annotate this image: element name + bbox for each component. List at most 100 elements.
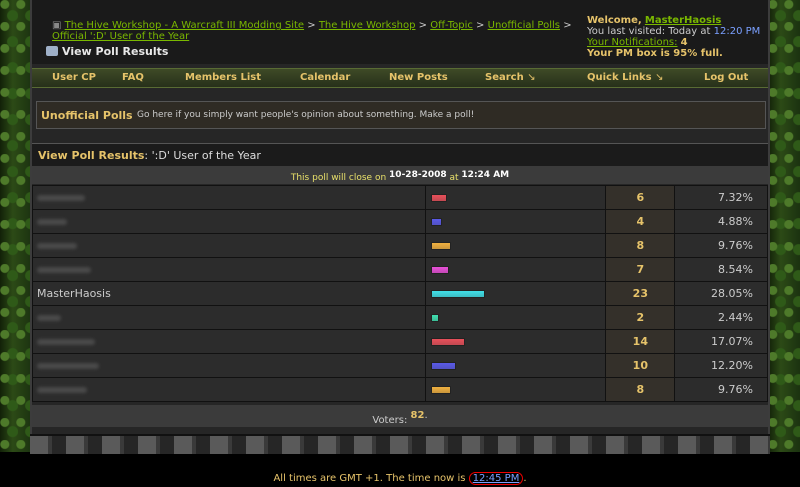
nav-search[interactable]: Search ↘ (485, 72, 536, 83)
welcome-panel: Welcome, MasterHaosis You last visited: … (587, 15, 761, 59)
poll-option-name (31, 329, 427, 354)
poll-vote-count: 14 (605, 329, 676, 354)
poll-vote-percent: 4.88% (674, 209, 768, 234)
breadcrumb-link-polls[interactable]: Unofficial Polls (488, 20, 560, 31)
poll-option-name (31, 353, 427, 378)
footer: All times are GMT +1. The time now is 12… (273, 472, 527, 485)
page-title: View Poll Results (46, 45, 168, 58)
poll-vote-count: 8 (605, 233, 676, 258)
poll-bar (431, 265, 450, 274)
poll-bar (431, 289, 486, 298)
poll-vote-percent: 9.76% (674, 233, 768, 258)
poll-results: View Poll Results: ':D' User of the Year… (31, 143, 768, 428)
left-vine-border (0, 0, 32, 452)
page-header: ▣ The Hive Workshop - A Warcraft III Mod… (32, 0, 768, 64)
forum-description: Go here if you simply want people's opin… (137, 110, 475, 120)
forum-name[interactable]: Unofficial Polls (41, 109, 133, 122)
right-vine-border (768, 0, 800, 452)
forum-info-box: Unofficial Polls Go here if you simply w… (36, 101, 766, 129)
nav-user-cp[interactable]: User CP (52, 72, 96, 83)
poll-close-notice: This poll will close on 10-28-2008 at 12… (32, 166, 768, 184)
poll-vote-percent: 12.20% (674, 353, 768, 378)
poll-bar-cell (425, 281, 607, 306)
poll-option-name (31, 377, 427, 402)
poll-row: MasterHaosis 23 28.05% (31, 281, 768, 306)
last-visit-time: 12:20 PM (713, 26, 761, 37)
search-caret-icon: ↘ (527, 72, 536, 83)
nav-log-out[interactable]: Log Out (704, 72, 748, 83)
poll-bar-cell (425, 209, 607, 234)
poll-bar (431, 313, 440, 322)
pm-box-status: Your PM box is 95% full. (587, 48, 723, 59)
blurred-name (37, 219, 67, 225)
poll-bar (431, 193, 448, 202)
poll-option-name (31, 209, 427, 234)
poll-option-name (31, 305, 427, 330)
page-frame: ▣ The Hive Workshop - A Warcraft III Mod… (30, 0, 770, 452)
poll-row: 14 17.07% (31, 329, 768, 354)
poll-option-name (31, 233, 427, 258)
poll-bar (431, 361, 457, 370)
poll-row: 8 9.76% (31, 233, 768, 258)
poll-bar (431, 337, 466, 346)
breadcrumb-current-thread[interactable]: Official ':D' User of the Year (52, 31, 189, 42)
poll-bar-cell (425, 329, 607, 354)
poll-bar (431, 241, 452, 250)
poll-option-name (31, 257, 427, 282)
poll-row: 6 7.32% (31, 185, 768, 210)
blurred-name (37, 363, 99, 369)
nav-calendar[interactable]: Calendar (300, 72, 350, 83)
nav-quick-links[interactable]: Quick Links ↘ (587, 72, 664, 83)
poll-row: 10 12.20% (31, 353, 768, 378)
poll-bar-cell (425, 377, 607, 402)
poll-bar (431, 217, 443, 226)
poll-vote-percent: 17.07% (674, 329, 768, 354)
poll-row: 2 2.44% (31, 305, 768, 330)
poll-vote-percent: 9.76% (674, 377, 768, 402)
poll-vote-percent: 8.54% (674, 257, 768, 282)
notifications-link[interactable]: Your Notifications: (587, 37, 677, 48)
poll-vote-percent: 7.32% (674, 185, 768, 210)
poll-row: 4 4.88% (31, 209, 768, 234)
blurred-name (37, 195, 85, 201)
poll-vote-count: 4 (605, 209, 676, 234)
poll-bar-cell (425, 185, 607, 210)
folder-icon: ▣ (52, 20, 65, 31)
poll-bar (431, 385, 452, 394)
nav-members-list[interactable]: Members List (185, 72, 261, 83)
current-time: 12:45 PM (468, 472, 524, 485)
breadcrumb-link-offtopic[interactable]: Off-Topic (430, 20, 473, 31)
poll-vote-count: 7 (605, 257, 676, 282)
poll-vote-count: 8 (605, 377, 676, 402)
poll-vote-count: 2 (605, 305, 676, 330)
poll-vote-count: 6 (605, 185, 676, 210)
poll-option-name: MasterHaosis (31, 281, 427, 306)
blurred-name (37, 339, 95, 345)
poll-bar-cell (425, 257, 607, 282)
poll-vote-count: 10 (605, 353, 676, 378)
blurred-name (37, 387, 87, 393)
breadcrumb-link-hive[interactable]: The Hive Workshop (319, 20, 416, 31)
voters-count: Voters: 82. (32, 405, 768, 427)
breadcrumb: ▣ The Hive Workshop - A Warcraft III Mod… (52, 20, 572, 42)
poll-bar-cell (425, 353, 607, 378)
poll-row: 8 9.76% (31, 377, 768, 402)
poll-bar-cell (425, 305, 607, 330)
poll-option-name (31, 185, 427, 210)
navbar: User CP FAQ Members List Calendar New Po… (32, 68, 768, 88)
poll-bar-cell (425, 233, 607, 258)
nav-faq[interactable]: FAQ (122, 72, 144, 83)
poll-vote-percent: 2.44% (674, 305, 768, 330)
poll-vote-count: 23 (605, 281, 676, 306)
poll-table: 6 7.32% 4 4.88% 8 9.76% 7 8.54% MasterHaosis 23 28… (31, 185, 768, 402)
blurred-name (37, 243, 77, 249)
breadcrumb-link-site[interactable]: The Hive Workshop - A Warcraft III Moddi… (65, 20, 304, 31)
poll-row: 7 8.54% (31, 257, 768, 282)
poll-vote-percent: 28.05% (674, 281, 768, 306)
quick-links-caret-icon: ↘ (655, 72, 664, 83)
username-link[interactable]: MasterHaosis (645, 15, 721, 26)
poll-icon (46, 46, 58, 56)
blurred-name (37, 315, 61, 321)
stone-bottom-border (30, 434, 770, 454)
nav-new-posts[interactable]: New Posts (389, 72, 448, 83)
